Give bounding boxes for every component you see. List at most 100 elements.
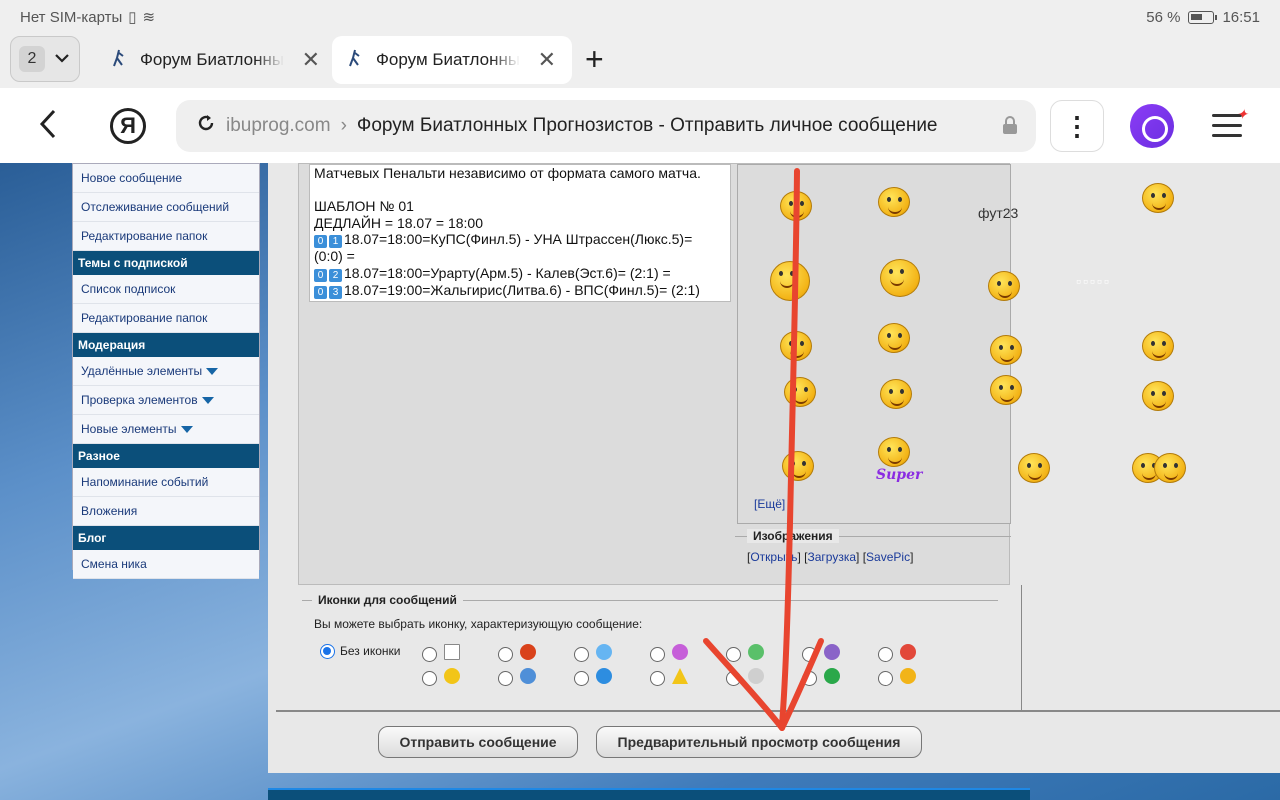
- angel-smilie-icon[interactable]: [986, 369, 1026, 409]
- new-tab-plus-icon[interactable]: +: [585, 43, 604, 75]
- message-textarea[interactable]: Матчевых Пенальти независимо от формата …: [309, 164, 731, 302]
- grin-face-icon: [748, 644, 764, 660]
- back-arrow-icon[interactable]: [38, 108, 58, 146]
- textarea-line-text: 18.07=18:00=Урарту(Арм.5) - Калев(Эст.6)…: [344, 264, 671, 281]
- broken-image-smilie[interactable]: фут23: [978, 205, 1018, 221]
- smilie-icon[interactable]: [1128, 447, 1188, 487]
- more-smilies-link[interactable]: [Ещё]: [754, 497, 785, 511]
- dropdown-triangle-icon[interactable]: [201, 396, 214, 404]
- radio-icon[interactable]: [574, 671, 589, 686]
- sidebar-item-label: Разное: [78, 449, 120, 463]
- yandex-logo-icon[interactable]: Я: [110, 108, 146, 144]
- sidebar-item[interactable]: Редактирование папок: [73, 304, 259, 333]
- savepic-link[interactable]: SavePic: [866, 550, 910, 564]
- sidebar-item[interactable]: Напоминание событий: [73, 468, 259, 497]
- radio-icon[interactable]: [422, 671, 437, 686]
- sidebar-item[interactable]: Смена ника: [73, 550, 259, 579]
- sidebar-item[interactable]: Список подписок: [73, 275, 259, 304]
- message-icons-title: Иконки для сообщений: [312, 593, 463, 607]
- close-tab-icon[interactable]: ✕: [302, 49, 320, 71]
- textarea-line-text: ШАБЛОН № 01: [314, 198, 414, 214]
- sidebar-item[interactable]: Редактирование папок: [73, 222, 259, 251]
- reload-icon[interactable]: [196, 113, 216, 139]
- radio-icon[interactable]: [498, 647, 513, 662]
- radio-icon[interactable]: [422, 647, 437, 662]
- radio-icon[interactable]: [498, 671, 513, 686]
- thumbs-smilie-icon[interactable]: [1138, 325, 1178, 365]
- hamburger-menu-icon[interactable]: ✦: [1212, 106, 1248, 144]
- smilie-icon[interactable]: [776, 185, 816, 225]
- upload-images-link[interactable]: Загрузка: [808, 550, 857, 564]
- send-message-button[interactable]: Отправить сообщение: [378, 726, 578, 758]
- smilie-icon[interactable]: [876, 373, 916, 413]
- keycap-digit-icon: 0: [314, 285, 327, 299]
- divider: [276, 710, 1280, 712]
- usercp-sidebar: Новое сообщение Отслеживание сообщений Ред…: [72, 163, 260, 579]
- smilie-icon[interactable]: [986, 329, 1026, 369]
- radio-icon[interactable]: [802, 671, 817, 686]
- sidebar-item-label: Новые элементы: [81, 422, 177, 436]
- divider: [302, 600, 312, 601]
- radio-no-icon[interactable]: [320, 644, 335, 659]
- textarea-line: 0 3 18.07=19:00=Жальгирис(Литва.6) - ВПС(Ф…: [314, 282, 726, 299]
- textarea-line: 0 1 18.07=18:00=КуПС(Финл.5) - УНА Штрассе…: [314, 231, 726, 248]
- happy-face-icon: [672, 644, 688, 660]
- dropdown-triangle-icon[interactable]: [180, 425, 193, 433]
- sidebar-item[interactable]: Удалённые элементы: [73, 357, 259, 386]
- tab-inactive[interactable]: Форум Биатлонных Прогнозистов ✕: [96, 36, 336, 84]
- open-images-link[interactable]: Открыть: [750, 550, 797, 564]
- smilie-icon[interactable]: [984, 265, 1024, 305]
- sidebar-item-label: Блог: [78, 531, 107, 545]
- document-icon: [444, 644, 460, 660]
- message-icons-description: Вы можете выбрать иконку, характеризующу…: [314, 617, 643, 631]
- radio-icon[interactable]: [878, 647, 893, 662]
- wifi-icon: ≋: [142, 9, 156, 26]
- url-field[interactable]: ibuprog.com › Форум Биатлонных Прогнозис…: [176, 100, 1036, 152]
- smilie-icon[interactable]: [874, 181, 914, 221]
- tab-count: 2: [19, 46, 45, 72]
- radio-icon[interactable]: [574, 647, 589, 662]
- smilie-icon[interactable]: [998, 447, 1058, 487]
- phone-smilie-icon[interactable]: [780, 371, 820, 411]
- radio-icon[interactable]: [726, 671, 741, 686]
- king-smilie-icon[interactable]: [876, 253, 926, 303]
- notification-star-icon: ✦: [1236, 106, 1248, 122]
- status-bar: Нет SIM-карты ▯ ≋ 56 % 16:51: [0, 0, 1280, 34]
- battery-icon: [1188, 10, 1218, 24]
- alice-assistant-icon[interactable]: [1130, 104, 1174, 148]
- close-tab-icon[interactable]: ✕: [538, 49, 556, 71]
- super-smilie-icon[interactable]: Super: [874, 431, 924, 485]
- sidebar-item-label: Напоминание событий: [81, 475, 209, 489]
- textarea-line-text: ДЕДЛАЙН = 18.07 = 18:00: [314, 214, 483, 231]
- sidebar-section-header: Темы с подпиской: [73, 251, 259, 275]
- tab-switcher-button[interactable]: 2: [10, 36, 80, 82]
- radio-icon[interactable]: [802, 647, 817, 662]
- sidebar-item[interactable]: Отслеживание сообщений: [73, 193, 259, 222]
- url-page-title: Форум Биатлонных Прогнозистов - Отправит…: [356, 115, 938, 136]
- textarea-line-text: Матчевых Пенальти независимо от формата …: [314, 165, 701, 181]
- radio-icon[interactable]: [878, 671, 893, 686]
- dropdown-triangle-icon[interactable]: [206, 367, 219, 375]
- smilie-icon[interactable]: [778, 445, 818, 485]
- police-smilie-icon[interactable]: [1138, 177, 1178, 217]
- sad-smilie-icon[interactable]: [874, 317, 914, 357]
- radio-icon[interactable]: [650, 647, 665, 662]
- chef-smilie-icon[interactable]: [766, 255, 826, 315]
- sidebar-item[interactable]: Проверка элементов: [73, 386, 259, 415]
- tab-active[interactable]: Форум Биатлонных Прогнозистов ✕: [332, 36, 572, 84]
- sidebar-item[interactable]: Вложения: [73, 497, 259, 526]
- loading-smilie[interactable]: ▫▫▫▫▫: [1076, 273, 1111, 289]
- textarea-line-text: =: [314, 299, 322, 302]
- smilie-icon[interactable]: [776, 325, 816, 365]
- sidebar-item[interactable]: Новое сообщение: [73, 164, 259, 193]
- warning-icon: [672, 668, 688, 684]
- preview-message-button[interactable]: Предварительный просмотр сообщения: [596, 726, 922, 758]
- lock-icon[interactable]: [1002, 116, 1018, 134]
- smilie-icon[interactable]: [1138, 375, 1178, 415]
- more-options-icon[interactable]: ⋮: [1050, 100, 1104, 152]
- sidebar-item[interactable]: Новые элементы: [73, 415, 259, 444]
- radio-icon[interactable]: [650, 671, 665, 686]
- sidebar-section-header: Блог: [73, 526, 259, 550]
- tab-title: Форум Биатлонных Прогнозистов: [140, 50, 284, 69]
- radio-icon[interactable]: [726, 647, 741, 662]
